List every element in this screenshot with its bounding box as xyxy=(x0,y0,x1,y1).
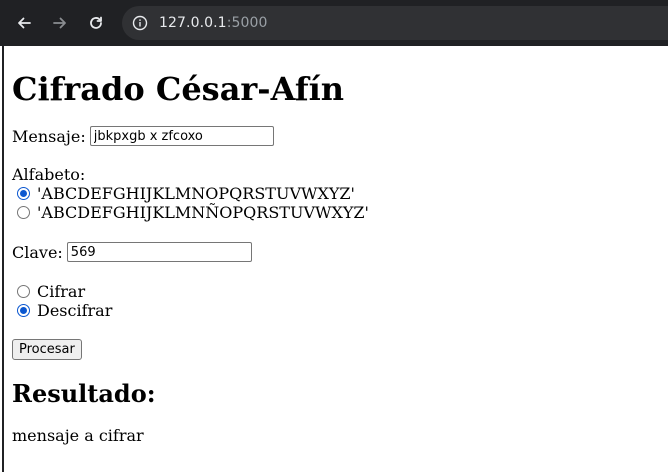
back-button[interactable] xyxy=(10,9,38,37)
mode-option-decrypt[interactable]: Descifrar xyxy=(12,301,112,320)
reload-button[interactable] xyxy=(82,9,110,37)
mode-option-label: Cifrar xyxy=(37,282,86,301)
mode-radio-decrypt[interactable] xyxy=(17,304,30,317)
key-input[interactable] xyxy=(66,242,252,262)
alphabet-option-spanish[interactable]: 'ABCDEFGHIJKLMNÑOPQRSTUVWXYZ' xyxy=(12,203,369,222)
alphabet-label: Alfabeto: xyxy=(12,165,86,184)
forward-arrow-icon xyxy=(53,17,66,29)
mode-option-label: Descifrar xyxy=(37,301,113,320)
alphabet-radio-spanish[interactable] xyxy=(17,206,30,219)
address-bar[interactable]: 127.0.0.1:5000 xyxy=(122,6,668,40)
mode-radio-encrypt[interactable] xyxy=(17,285,30,298)
process-button[interactable]: Procesar xyxy=(12,339,82,360)
reload-icon xyxy=(90,16,102,29)
alphabet-radio-latin[interactable] xyxy=(17,187,30,200)
url-host: 127.0.0.1 xyxy=(159,15,227,31)
key-row: Clave: xyxy=(12,242,252,262)
url-text: 127.0.0.1:5000 xyxy=(159,15,268,31)
message-row: Mensaje: xyxy=(12,126,274,146)
mode-option-encrypt[interactable]: Cifrar xyxy=(12,282,85,301)
alphabet-option-latin[interactable]: 'ABCDEFGHIJKLMNOPQRSTUVWXYZ' xyxy=(12,184,355,203)
result-text: mensaje a cifrar xyxy=(12,426,144,445)
page-viewport: Cifrado César-Afín Mensaje: Alfabeto: 'A… xyxy=(2,46,668,472)
message-input[interactable] xyxy=(89,126,274,146)
back-arrow-icon xyxy=(18,17,31,29)
key-label: Clave: xyxy=(12,242,63,262)
message-label: Mensaje: xyxy=(12,126,86,146)
submit-row: Procesar xyxy=(12,339,82,360)
forward-button[interactable] xyxy=(46,9,74,37)
browser-toolbar: 127.0.0.1:5000 xyxy=(0,0,668,46)
result-heading: Resultado: xyxy=(12,379,156,408)
page-title: Cifrado César-Afín xyxy=(12,70,345,108)
url-port: :5000 xyxy=(226,15,268,31)
info-icon[interactable] xyxy=(131,14,149,32)
alphabet-option-label: 'ABCDEFGHIJKLMNOPQRSTUVWXYZ' xyxy=(37,184,355,203)
alphabet-option-label: 'ABCDEFGHIJKLMNÑOPQRSTUVWXYZ' xyxy=(37,203,369,222)
